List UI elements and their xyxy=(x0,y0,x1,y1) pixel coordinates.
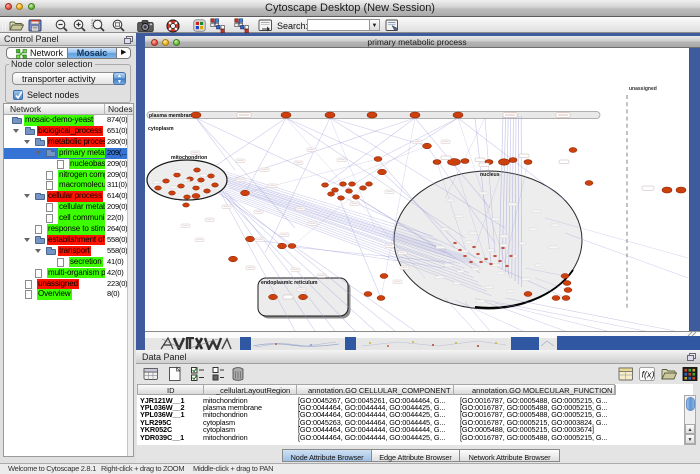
svg-text:endoplasmic reticulum: endoplasmic reticulum xyxy=(261,280,318,286)
svg-text:nucleus: nucleus xyxy=(480,172,500,178)
svg-text:mitochondrion: mitochondrion xyxy=(171,155,207,161)
svg-text:cytoplasm: cytoplasm xyxy=(148,126,174,132)
svg-text:f(x): f(x) xyxy=(642,370,655,380)
svg-text:unassigned: unassigned xyxy=(629,86,657,92)
svg-text:plasma membrane: plasma membrane xyxy=(149,113,195,119)
